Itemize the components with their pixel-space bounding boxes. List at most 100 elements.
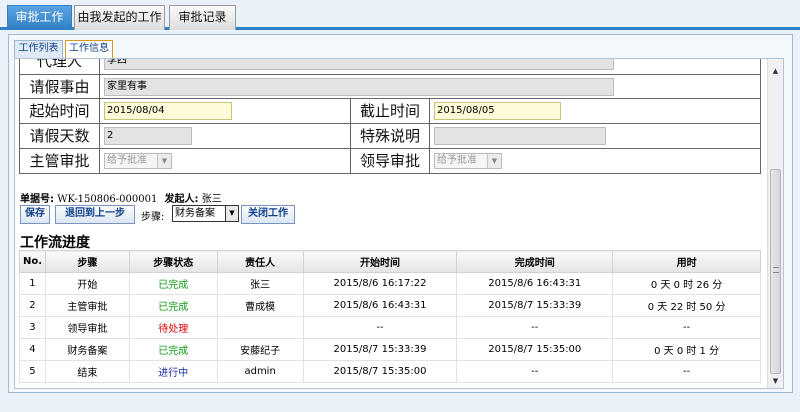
cell-step: 财务备案 bbox=[44, 338, 130, 361]
cell-duration: -- bbox=[612, 316, 761, 339]
progress-table: No. 步骤 步骤状态 责任人 开始时间 完成时间 用时 1 开始 已完成 张三… bbox=[19, 250, 761, 383]
col-header-start: 开始时间 bbox=[302, 250, 458, 273]
cell-duration: 0 天 0 时 1 分 bbox=[612, 338, 761, 361]
agent-label: 代理人 bbox=[20, 59, 100, 74]
manager-approval-value: 给予批准 bbox=[107, 155, 147, 166]
cell-duration: 0 天 22 时 50 分 bbox=[612, 294, 761, 317]
form-row-reason: 请假事由 家里有事 bbox=[19, 75, 761, 99]
cell-step: 开始 bbox=[44, 272, 130, 295]
tab-work-list[interactable]: 工作列表 bbox=[14, 40, 63, 58]
cell-owner: 张三 bbox=[216, 272, 304, 295]
cell-end: 2015/8/6 16:43:31 bbox=[456, 272, 614, 295]
cell-status: 已完成 bbox=[128, 294, 218, 317]
cell-end: -- bbox=[456, 316, 614, 339]
table-row: 2 主管审批 已完成 曹成模 2015/8/6 16:43:31 2015/8/… bbox=[19, 294, 761, 317]
step-label: 步骤: bbox=[141, 212, 165, 223]
cell-end: 2015/8/7 15:33:39 bbox=[456, 294, 614, 317]
leader-approval-value: 给予批准 bbox=[437, 155, 477, 166]
form-row-dates: 起始时间 2015/08/04 截止时间 2015/08/05 bbox=[19, 99, 761, 124]
vertical-scrollbar[interactable]: ▲ ▼ bbox=[767, 59, 783, 388]
cell-duration: -- bbox=[612, 360, 761, 383]
order-number-label: 单据号: bbox=[20, 194, 54, 205]
leave-days-field[interactable]: 2 bbox=[104, 127, 192, 145]
special-note-label: 特殊说明 bbox=[350, 124, 430, 148]
cell-no: 3 bbox=[19, 316, 46, 339]
table-row: 4 财务备案 已完成 安藤纪子 2015/8/7 15:33:39 2015/8… bbox=[19, 338, 761, 361]
document-meta: 单据号: WK-150806-000001 发起人: 张三 bbox=[20, 190, 222, 205]
start-time-label: 起始时间 bbox=[20, 99, 100, 123]
table-row: 3 领导审批 待处理 -- -- -- bbox=[19, 316, 761, 339]
cell-status: 已完成 bbox=[128, 272, 218, 295]
table-header-row: No. 步骤 步骤状态 责任人 开始时间 完成时间 用时 bbox=[19, 250, 761, 273]
cell-end: -- bbox=[456, 360, 614, 383]
cell-owner: 安藤纪子 bbox=[216, 338, 304, 361]
main-frame: 工作列表 工作信息 代理人 李四 请假事由 家里有事 起始时间 2015/08/… bbox=[8, 34, 793, 393]
agent-field[interactable]: 李四 bbox=[104, 59, 614, 70]
cell-no: 5 bbox=[19, 360, 46, 383]
chevron-down-icon: ▼ bbox=[157, 154, 171, 168]
col-header-step: 步骤 bbox=[44, 250, 130, 273]
step-select-value: 财务备案 bbox=[175, 208, 215, 219]
cell-status: 待处理 bbox=[128, 316, 218, 339]
special-note-field[interactable] bbox=[434, 127, 606, 145]
scroll-down-arrow-icon[interactable]: ▼ bbox=[768, 375, 783, 387]
cell-step: 主管审批 bbox=[44, 294, 130, 317]
manager-approval-select[interactable]: 给予批准 ▼ bbox=[104, 153, 172, 169]
reason-field[interactable]: 家里有事 bbox=[104, 78, 614, 96]
tab-approval-records[interactable]: 审批记录 bbox=[169, 5, 236, 30]
col-header-duration: 用时 bbox=[612, 250, 761, 273]
reason-label: 请假事由 bbox=[20, 75, 100, 98]
leader-approval-label: 领导审批 bbox=[350, 149, 430, 173]
initiator-value: 张三 bbox=[201, 194, 222, 205]
cell-start: 2015/8/6 16:43:31 bbox=[302, 294, 458, 317]
scroll-up-arrow-icon[interactable]: ▲ bbox=[768, 65, 783, 77]
chevron-down-icon: ▼ bbox=[487, 154, 501, 168]
cell-status: 已完成 bbox=[128, 338, 218, 361]
col-header-end: 完成时间 bbox=[456, 250, 614, 273]
close-work-button[interactable]: 关闭工作 bbox=[241, 205, 295, 224]
scrollbar-thumb[interactable] bbox=[770, 169, 781, 374]
grip-icon bbox=[773, 267, 779, 273]
cell-step: 领导审批 bbox=[44, 316, 130, 339]
cell-no: 2 bbox=[19, 294, 46, 317]
cell-end: 2015/8/7 15:35:00 bbox=[456, 338, 614, 361]
leader-approval-select[interactable]: 给予批准 ▼ bbox=[434, 153, 502, 169]
table-row: 5 结束 进行中 admin 2015/8/7 15:35:00 -- -- bbox=[19, 360, 761, 383]
tab-my-initiated[interactable]: 由我发起的工作 bbox=[74, 5, 165, 30]
cell-owner bbox=[216, 316, 304, 339]
start-time-field[interactable]: 2015/08/04 bbox=[104, 102, 232, 120]
tab-approval-work[interactable]: 审批工作 bbox=[7, 5, 72, 30]
order-number-value: WK-150806-000001 bbox=[57, 194, 158, 205]
progress-title: 工作流进度 bbox=[20, 235, 90, 251]
cell-start: 2015/8/7 15:35:00 bbox=[302, 360, 458, 383]
work-info-panel: 代理人 李四 请假事由 家里有事 起始时间 2015/08/04 截止时间 20… bbox=[14, 58, 784, 389]
cell-no: 1 bbox=[19, 272, 46, 295]
save-button[interactable]: 保存 bbox=[20, 205, 50, 224]
initiator-label: 发起人: bbox=[164, 194, 199, 205]
form-row-approvals: 主管审批 给予批准 ▼ 领导审批 给予批准 ▼ bbox=[19, 149, 761, 174]
tab-work-info[interactable]: 工作信息 bbox=[65, 40, 113, 59]
cell-status: 进行中 bbox=[128, 360, 218, 383]
cell-start: 2015/8/7 15:33:39 bbox=[302, 338, 458, 361]
cell-owner: admin bbox=[216, 360, 304, 383]
cell-owner: 曹成模 bbox=[216, 294, 304, 317]
top-tab-bar: 审批工作 由我发起的工作 审批记录 bbox=[0, 0, 800, 30]
chevron-down-icon: ▼ bbox=[225, 206, 238, 221]
cell-duration: 0 天 0 时 26 分 bbox=[612, 272, 761, 295]
cell-start: 2015/8/6 16:17:22 bbox=[302, 272, 458, 295]
cell-step: 结束 bbox=[44, 360, 130, 383]
manager-approval-label: 主管审批 bbox=[20, 149, 100, 173]
end-time-label: 截止时间 bbox=[350, 99, 430, 123]
step-select[interactable]: 财务备案 ▼ bbox=[172, 205, 239, 222]
col-header-no: No. bbox=[19, 250, 46, 273]
form-row-days: 请假天数 2 特殊说明 bbox=[19, 124, 761, 149]
return-previous-step-button[interactable]: 退回到上一步 bbox=[55, 205, 135, 224]
leave-days-label: 请假天数 bbox=[20, 124, 100, 148]
form-row-agent: 代理人 李四 bbox=[19, 59, 761, 75]
cell-start: -- bbox=[302, 316, 458, 339]
col-header-status: 步骤状态 bbox=[128, 250, 218, 273]
table-row: 1 开始 已完成 张三 2015/8/6 16:17:22 2015/8/6 1… bbox=[19, 272, 761, 295]
col-header-owner: 责任人 bbox=[216, 250, 304, 273]
end-time-field[interactable]: 2015/08/05 bbox=[434, 102, 561, 120]
cell-no: 4 bbox=[19, 338, 46, 361]
